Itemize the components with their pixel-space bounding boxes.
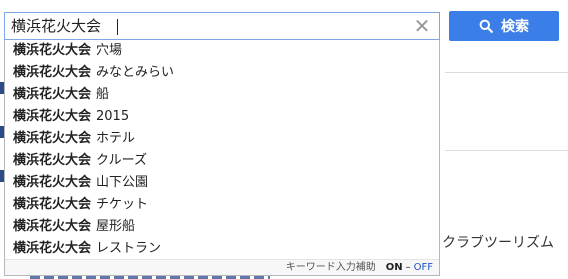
suggestion-item[interactable]: 横浜花火大会 山下公園 <box>5 172 439 194</box>
suggestion-suffix: 屋形船 <box>96 219 136 234</box>
keyword-assist-label: キーワード入力補助 <box>285 262 376 273</box>
suggestion-footer: キーワード入力補助 ON – OFF <box>5 259 439 275</box>
suggestion-item[interactable]: 横浜花火大会 チケット <box>5 194 439 216</box>
background-divider <box>445 72 568 73</box>
search-input[interactable]: 横浜花火大会 <box>11 16 101 36</box>
clear-icon[interactable]: ✕ <box>411 15 433 37</box>
suggestion-suffix: 船 <box>96 87 110 102</box>
search-box[interactable]: 横浜花火大会 ✕ <box>4 12 440 40</box>
suggestion-suffix: 2015 <box>96 109 130 124</box>
suggestion-item[interactable]: 横浜花火大会船 <box>5 84 439 106</box>
suggestion-item[interactable]: 横浜花火大会 みなとみらい <box>5 62 439 84</box>
suggestion-suffix: みなとみらい <box>96 65 175 80</box>
suggestion-item[interactable]: 横浜花火大会 屋形船 <box>5 216 439 238</box>
suggestion-item[interactable]: 横浜花火大会 ホテル <box>5 128 439 150</box>
suggestion-item[interactable]: 横浜花火大会 穴場 <box>5 40 439 62</box>
suggestion-dropdown: 横浜花火大会 穴場 横浜花火大会 みなとみらい 横浜花火大会船 横浜花火大会 2015… <box>4 40 440 276</box>
suggestion-item[interactable]: 横浜花火大会 2015 <box>5 106 439 128</box>
assist-on-toggle[interactable]: ON <box>386 262 403 273</box>
background-result-text[interactable]: クラブツーリズム <box>442 232 554 252</box>
suggestion-suffix: クルーズ <box>96 153 147 168</box>
suggestion-suffix: チケット <box>96 197 149 212</box>
suggestion-item[interactable]: 横浜花火大会 クルーズ <box>5 150 439 172</box>
assist-off-link[interactable]: OFF <box>414 262 433 273</box>
suggestion-suffix: 山下公園 <box>96 175 149 190</box>
toggle-separator: – <box>405 262 411 273</box>
suggestion-keyword: 横浜花火大会 <box>13 153 92 168</box>
search-button-label: 検索 <box>501 19 529 35</box>
suggestion-keyword: 横浜花火大会 <box>13 109 92 124</box>
suggestion-keyword: 横浜花火大会 <box>13 87 92 102</box>
suggestion-suffix: レストラン <box>96 241 162 256</box>
suggestion-list: 横浜花火大会 穴場 横浜花火大会 みなとみらい 横浜花火大会船 横浜花火大会 2015… <box>5 40 439 260</box>
suggestion-keyword: 横浜花火大会 <box>13 219 92 234</box>
suggestion-keyword: 横浜花火大会 <box>13 43 92 58</box>
search-button[interactable]: 検索 <box>449 11 559 41</box>
background-divider <box>445 150 568 151</box>
suggestion-item[interactable]: 横浜花火大会 レストラン <box>5 238 439 260</box>
search-icon <box>479 19 493 33</box>
text-caret <box>117 19 118 35</box>
suggestion-keyword: 横浜花火大会 <box>13 241 92 256</box>
suggestion-keyword: 横浜花火大会 <box>13 65 92 80</box>
suggestion-keyword: 横浜花火大会 <box>13 175 92 190</box>
suggestion-keyword: 横浜花火大会 <box>13 197 92 212</box>
suggestion-suffix: 穴場 <box>96 43 123 58</box>
suggestion-suffix: ホテル <box>96 131 136 146</box>
suggestion-keyword: 横浜花火大会 <box>13 131 92 146</box>
